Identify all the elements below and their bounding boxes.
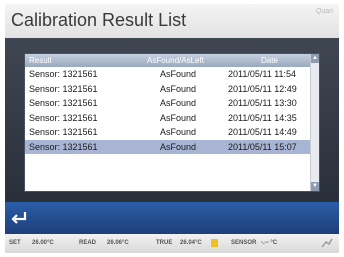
sensor-label: SENSOR <box>231 240 257 246</box>
read-value: 26.06°C <box>107 240 129 246</box>
asfound-cell: AsFound <box>160 127 197 137</box>
back-button[interactable] <box>8 207 30 229</box>
content-area: Result AsFound/AsLeft Date Sensor: 13215… <box>5 38 339 202</box>
set-value: 26.00°C <box>32 240 54 246</box>
status-bar: SET 26.00°C READ 26.06°C TRUE 26.04°C SE… <box>5 234 339 253</box>
column-header-date[interactable]: Date <box>261 56 278 65</box>
result-cell: Sensor: 1321561 <box>29 141 98 152</box>
date-cell: 2011/05/11 15:07 <box>228 141 297 152</box>
result-cell: Sensor: 1321561 <box>29 69 98 79</box>
scroll-up-arrow-icon[interactable]: ▲ <box>311 54 319 63</box>
column-header-result[interactable]: Result <box>29 56 52 65</box>
result-cell: Sensor: 1321561 <box>29 98 98 108</box>
result-cell: Sensor: 1321561 <box>29 112 98 123</box>
navigation-bar <box>5 202 339 234</box>
table-row[interactable]: Sensor: 1321561 AsFound 2011/05/11 15:07 <box>25 139 311 154</box>
table-row[interactable]: Sensor: 1321561 AsFound 2011/05/11 14:49 <box>25 125 311 140</box>
date-cell: 2011/05/11 14:35 <box>228 112 297 123</box>
asfound-cell: AsFound <box>160 69 197 79</box>
asfound-cell: AsFound <box>160 98 197 108</box>
true-value: 26.04°C <box>180 240 202 246</box>
table-row[interactable]: Sensor: 1321561 AsFound 2011/05/11 14:35 <box>25 111 311 126</box>
scroll-down-arrow-icon[interactable]: ▼ <box>311 182 319 191</box>
page-title: Calibration Result List <box>11 10 187 30</box>
column-header-asfound[interactable]: AsFound/AsLeft <box>147 56 204 65</box>
result-cell: Sensor: 1321561 <box>29 127 98 137</box>
scrollbar[interactable]: ▲ ▼ <box>310 54 319 191</box>
header-bar: Calibration Result List Quan <box>5 4 339 38</box>
set-label: SET <box>9 240 21 246</box>
connection-icon <box>321 238 333 248</box>
date-cell: 2011/05/11 12:49 <box>228 83 297 94</box>
warning-indicator-icon <box>211 239 218 247</box>
read-label: READ <box>79 240 97 246</box>
asfound-cell: AsFound <box>160 83 197 94</box>
table-row[interactable]: Sensor: 1321561 AsFound 2011/05/11 11:54 <box>25 67 311 82</box>
brand-logo: Quan <box>315 8 333 15</box>
device-screen: Calibration Result List Quan Result AsFo… <box>5 4 339 253</box>
asfound-cell: AsFound <box>160 112 197 123</box>
sensor-value: -.-- °C <box>261 240 278 246</box>
true-label: TRUE <box>156 240 173 246</box>
table-header: Result AsFound/AsLeft Date <box>25 54 311 67</box>
date-cell: 2011/05/11 14:49 <box>228 127 297 137</box>
date-cell: 2011/05/11 11:54 <box>228 69 297 79</box>
result-list-panel: Result AsFound/AsLeft Date Sensor: 13215… <box>24 53 320 192</box>
date-cell: 2011/05/11 13:30 <box>228 98 297 108</box>
table-row[interactable]: Sensor: 1321561 AsFound 2011/05/11 12:49 <box>25 82 311 97</box>
back-arrow-icon <box>11 212 27 224</box>
table-row[interactable]: Sensor: 1321561 AsFound 2011/05/11 13:30 <box>25 96 311 111</box>
asfound-cell: AsFound <box>160 141 197 152</box>
table-body: Sensor: 1321561 AsFound 2011/05/11 11:54 Se… <box>25 67 311 154</box>
result-cell: Sensor: 1321561 <box>29 83 98 94</box>
